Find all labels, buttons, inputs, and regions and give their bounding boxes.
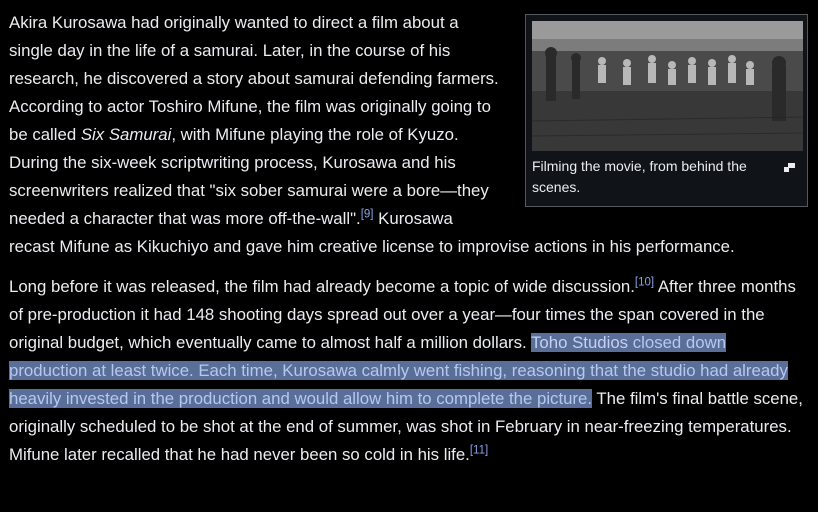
figure-caption-row: Filming the movie, from behind the scene…	[532, 156, 801, 198]
reference-11-link[interactable]: [11]	[470, 444, 488, 457]
film-title-italic: Six Samurai	[80, 125, 172, 144]
figure-caption: Filming the movie, from behind the scene…	[532, 158, 747, 195]
article-content: Filming the movie, from behind the scene…	[9, 9, 809, 469]
magnify-clip-icon[interactable]	[784, 163, 795, 172]
reference-10-link[interactable]: [10]	[635, 276, 654, 289]
paragraph-2: Long before it was released, the film ha…	[9, 273, 809, 469]
selected-text-start: Toho Studios	[531, 333, 629, 352]
reference-9-link[interactable]: [9]	[361, 208, 374, 221]
figure-image[interactable]	[532, 21, 803, 151]
p2-text-1: Long before it was released, the film ha…	[9, 277, 635, 296]
figure: Filming the movie, from behind the scene…	[525, 14, 808, 207]
film-still-photo	[532, 21, 803, 151]
